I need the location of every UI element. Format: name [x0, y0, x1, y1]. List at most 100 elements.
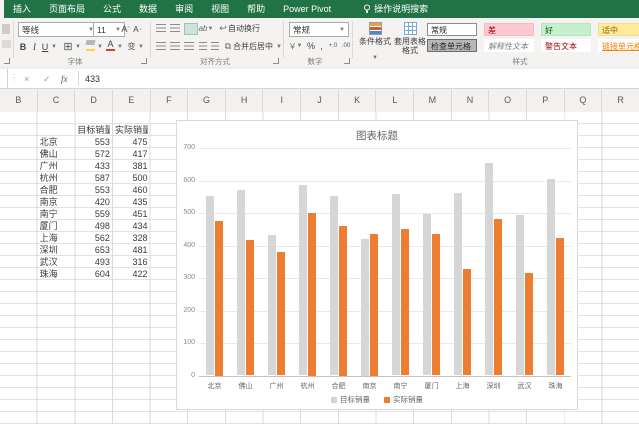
- cell-city-2[interactable]: 广州: [40, 160, 73, 172]
- ribbon-tab-5[interactable]: 视图: [202, 0, 238, 18]
- cell-target-8[interactable]: 562: [77, 232, 110, 244]
- column-header-H[interactable]: H: [226, 90, 264, 112]
- cell-actual-0[interactable]: 475: [115, 136, 148, 148]
- cell-target-2[interactable]: 433: [77, 160, 110, 172]
- decrease-decimal-button[interactable]: .00: [340, 40, 352, 52]
- decrease-indent-icon[interactable]: [199, 42, 207, 50]
- cell-city-3[interactable]: 杭州: [40, 172, 73, 184]
- font-dialog-launcher[interactable]: [141, 58, 147, 64]
- ribbon-tab-4[interactable]: 审阅: [166, 0, 202, 18]
- italic-button[interactable]: I: [30, 40, 39, 53]
- table-header-actual[interactable]: 实际销量: [115, 124, 148, 136]
- number-format-combo[interactable]: 常规 ▼: [289, 22, 349, 37]
- number-dialog-launcher[interactable]: [344, 58, 350, 64]
- alignment-dialog-launcher[interactable]: [273, 58, 279, 64]
- cell-style-2[interactable]: 好: [541, 23, 591, 36]
- merge-center-button[interactable]: 合并后居中: [233, 40, 273, 52]
- cell-city-6[interactable]: 南宁: [40, 208, 73, 220]
- cell-actual-5[interactable]: 435: [115, 196, 148, 208]
- ribbon-tab-6[interactable]: 帮助: [238, 0, 274, 18]
- column-header-L[interactable]: L: [376, 90, 414, 112]
- column-header-F[interactable]: F: [151, 90, 189, 112]
- cell-target-9[interactable]: 653: [77, 244, 110, 256]
- cell-target-0[interactable]: 553: [77, 136, 110, 148]
- cell-actual-2[interactable]: 381: [115, 160, 148, 172]
- cell-actual-1[interactable]: 417: [115, 148, 148, 160]
- orientation-button[interactable]: ab▼: [199, 22, 213, 35]
- grow-font-button[interactable]: A^: [120, 22, 131, 35]
- column-header-O[interactable]: O: [489, 90, 527, 112]
- cell-style-1[interactable]: 差: [484, 23, 534, 36]
- bold-button[interactable]: B: [18, 40, 28, 53]
- column-header-N[interactable]: N: [452, 90, 490, 112]
- cell-target-5[interactable]: 420: [77, 196, 110, 208]
- column-header-B[interactable]: B: [0, 90, 38, 112]
- column-header-M[interactable]: M: [414, 90, 452, 112]
- cell-target-3[interactable]: 587: [77, 172, 110, 184]
- cancel-button[interactable]: ×: [24, 69, 29, 89]
- cell-actual-10[interactable]: 316: [115, 256, 148, 268]
- cell-city-10[interactable]: 武汉: [40, 256, 73, 268]
- cell-city-9[interactable]: 深圳: [40, 244, 73, 256]
- ribbon-tab-2[interactable]: 公式: [94, 0, 130, 18]
- align-right-icon[interactable]: [184, 42, 194, 50]
- merge-center-chevron-icon[interactable]: ▼: [276, 44, 282, 50]
- ribbon-tab-1[interactable]: 页面布局: [40, 0, 94, 18]
- drag-handle-icon[interactable]: ⋮: [10, 73, 18, 82]
- column-header-C[interactable]: C: [38, 90, 76, 112]
- formula-input[interactable]: 433: [85, 69, 100, 89]
- cell-actual-9[interactable]: 481: [115, 244, 148, 256]
- cell-style-5[interactable]: 解释性文本: [484, 39, 534, 52]
- column-header-E[interactable]: E: [113, 90, 151, 112]
- phonetic-chevron-icon[interactable]: ▼: [138, 44, 144, 50]
- increase-decimal-button[interactable]: +.0: [327, 40, 339, 52]
- cell-city-1[interactable]: 佛山: [40, 148, 73, 160]
- comma-style-button[interactable]: ,: [318, 40, 325, 52]
- table-header-target[interactable]: 目标销量: [77, 124, 110, 136]
- cell-style-3[interactable]: 适中: [598, 23, 639, 36]
- ribbon-tab-7[interactable]: Power Pivot: [274, 0, 340, 18]
- column-header-K[interactable]: K: [339, 90, 377, 112]
- cell-actual-3[interactable]: 500: [115, 172, 148, 184]
- increase-indent-icon[interactable]: [211, 42, 219, 50]
- cell-target-7[interactable]: 498: [77, 220, 110, 232]
- ribbon-tab-3[interactable]: 数据: [130, 0, 166, 18]
- cell-actual-11[interactable]: 422: [115, 268, 148, 280]
- enter-button[interactable]: ✓: [43, 69, 51, 89]
- cell-city-11[interactable]: 珠海: [40, 268, 73, 280]
- cell-city-0[interactable]: 北京: [40, 136, 73, 148]
- clipboard-dialog-launcher[interactable]: [4, 58, 10, 64]
- column-header-G[interactable]: G: [188, 90, 226, 112]
- fill-color-button[interactable]: [86, 40, 95, 51]
- cell-target-1[interactable]: 572: [77, 148, 110, 160]
- cell-target-6[interactable]: 559: [77, 208, 110, 220]
- cell-city-7[interactable]: 厦门: [40, 220, 73, 232]
- align-bottom-icon[interactable]: [184, 23, 198, 35]
- fill-color-chevron-icon[interactable]: ▼: [97, 44, 103, 50]
- align-middle-icon[interactable]: [170, 24, 180, 32]
- column-header-D[interactable]: D: [75, 90, 113, 112]
- cell-target-11[interactable]: 604: [77, 268, 110, 280]
- tell-me-search[interactable]: 操作说明搜索: [354, 0, 437, 18]
- cell-actual-7[interactable]: 434: [115, 220, 148, 232]
- align-center-icon[interactable]: [170, 42, 180, 50]
- cell-style-4[interactable]: 检查单元格: [427, 39, 477, 52]
- font-color-chevron-icon[interactable]: ▼: [117, 44, 123, 50]
- percent-style-button[interactable]: %: [306, 40, 316, 52]
- column-header-J[interactable]: J: [301, 90, 339, 112]
- cell-style-0[interactable]: 常规: [427, 23, 477, 36]
- cell-city-8[interactable]: 上海: [40, 232, 73, 244]
- conditional-formatting-button[interactable]: 条件格式 ▼: [358, 21, 392, 61]
- cell-city-4[interactable]: 合肥: [40, 184, 73, 196]
- borders-button[interactable]: ⊞: [62, 39, 74, 53]
- cell-actual-8[interactable]: 328: [115, 232, 148, 244]
- borders-chevron-icon[interactable]: ▼: [75, 44, 81, 50]
- align-left-icon[interactable]: [156, 42, 166, 50]
- cell-target-4[interactable]: 553: [77, 184, 110, 196]
- cell-actual-4[interactable]: 460: [115, 184, 148, 196]
- column-header-Q[interactable]: Q: [565, 90, 603, 112]
- format-as-table-button[interactable]: 套用表格格式: [393, 21, 427, 61]
- phonetic-button[interactable]: 变: [126, 40, 137, 52]
- chart[interactable]: 图表标题 目标销量实际销量 0100200300400500600700北京佛山…: [176, 120, 578, 410]
- ribbon-tab-0[interactable]: 插入: [4, 0, 40, 18]
